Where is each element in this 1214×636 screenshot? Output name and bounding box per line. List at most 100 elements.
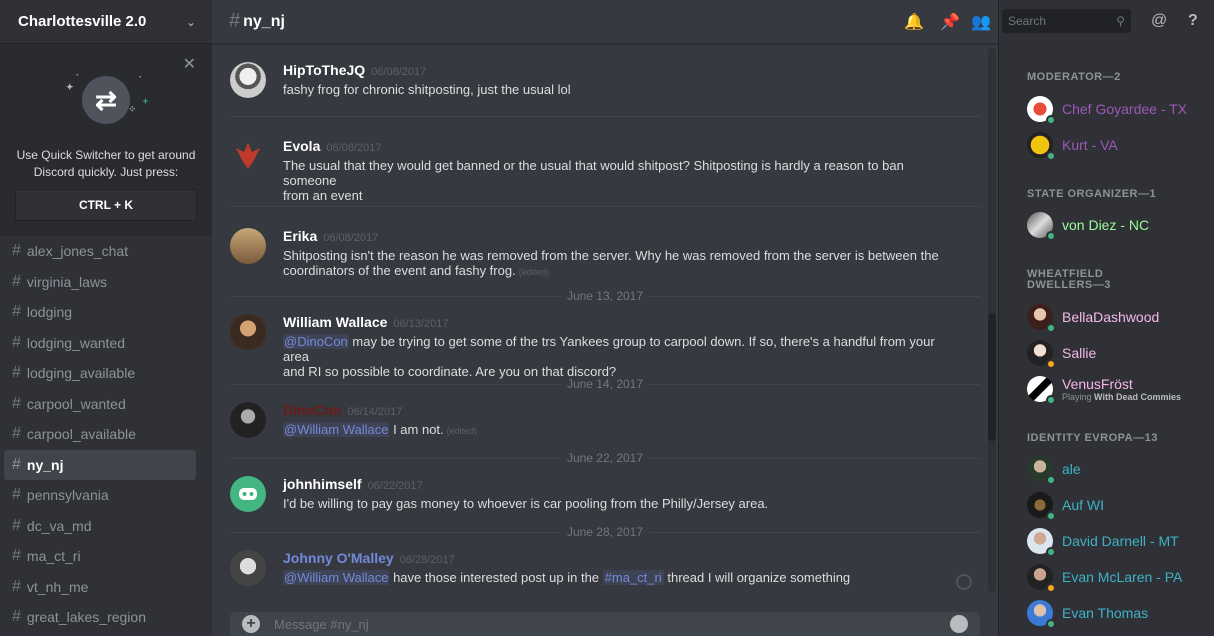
user-avatar[interactable] [230, 476, 266, 512]
search-input[interactable] [1008, 14, 1108, 28]
edited-tag: (edited) [446, 426, 478, 436]
author-name[interactable]: HipToTheJQ [283, 62, 365, 78]
member-item[interactable]: Chef Goyardee - TX [1027, 91, 1207, 127]
chevron-down-icon[interactable]: ⌄ [186, 15, 196, 29]
member-item[interactable]: BellaDashwood [1027, 299, 1207, 335]
member-item[interactable]: Evan Thomas [1027, 595, 1207, 631]
message-author[interactable]: johnhimself 06/22/2017 [283, 476, 423, 492]
message-body: @William Wallace I am not. (edited) [283, 422, 953, 439]
member-item[interactable]: von Diez - NC [1027, 207, 1207, 243]
date-divider-label: June 28, 2017 [230, 525, 980, 539]
member-item[interactable]: ale [1027, 451, 1207, 487]
user-avatar[interactable] [230, 314, 266, 350]
channel-carpool-available[interactable]: # carpool_available [4, 419, 196, 450]
user-avatar[interactable] [230, 228, 266, 264]
channel-pennsylvania[interactable]: # pennsylvania [4, 480, 196, 511]
message-body: Shitposting isn't the reason he was remo… [283, 248, 953, 280]
member-text: von Diez - NC [1062, 217, 1149, 233]
channel-label: great_lakes_region [26, 609, 146, 626]
message-input[interactable] [274, 616, 940, 632]
user-avatar[interactable] [230, 62, 266, 98]
channel-vt-nh-me[interactable]: # vt_nh_me [4, 572, 196, 603]
message-author[interactable]: DinoCon 06/14/2017 [283, 402, 402, 418]
search-box[interactable]: ⚲ [1002, 9, 1131, 33]
member-avatar [1027, 96, 1056, 125]
mentions-icon[interactable]: @ [1151, 12, 1167, 30]
scrollbar-thumb[interactable] [988, 313, 996, 441]
member-name: Auf WI [1062, 497, 1105, 513]
status-dot [1046, 151, 1056, 161]
member-text: Kurt - VA [1062, 137, 1118, 153]
message-author[interactable]: Erika 06/08/2017 [283, 228, 378, 244]
message-author[interactable]: William Wallace 06/13/2017 [283, 314, 448, 330]
channel-ma-ct-ri[interactable]: # ma_ct_ri [4, 541, 196, 572]
message-author[interactable]: Johnny O'Malley 06/28/2017 [283, 550, 455, 566]
message-separator [230, 206, 980, 207]
message-text: I'd be willing to pay gas money to whoev… [283, 496, 769, 511]
message-timestamp: 06/08/2017 [326, 142, 382, 154]
user-mention[interactable]: @William Wallace [283, 422, 390, 437]
channel-alex-jones-chat[interactable]: # alex_jones_chat [4, 236, 196, 267]
message-author[interactable]: Evola 06/08/2017 [283, 138, 381, 154]
member-group-title: IDENTITY EVROPA—13 [1027, 432, 1158, 444]
user-avatar[interactable] [230, 402, 266, 438]
member-group-title: MODERATOR—2 [1027, 71, 1121, 83]
date-divider: June 13, 2017 [230, 289, 980, 303]
member-item[interactable]: Evan McLaren - PA [1027, 559, 1207, 595]
member-group-title: DWELLERS—3 [1027, 279, 1111, 291]
member-item[interactable]: Auf WI [1027, 487, 1207, 523]
channel-great-lakes-region[interactable]: # great_lakes_region [4, 602, 196, 633]
member-item[interactable]: Kurt - VA [1027, 127, 1207, 163]
shortcut-button[interactable]: CTRL + K [15, 189, 197, 221]
user-avatar[interactable] [230, 550, 266, 586]
channel-label: lodging_available [26, 365, 136, 382]
member-text: Chef Goyardee - TX [1062, 101, 1187, 117]
author-name[interactable]: Johnny O'Malley [283, 550, 394, 566]
channel-header: # ny_nj [212, 0, 998, 44]
member-item[interactable]: Sallie [1027, 335, 1207, 371]
member-item[interactable]: VenusFröst Playing With Dead Commies [1027, 371, 1207, 407]
author-name[interactable]: johnhimself [283, 476, 362, 492]
channel-lodging-available[interactable]: # lodging_available [4, 358, 196, 389]
channel-label: pennsylvania [26, 487, 109, 504]
date-text: June 22, 2017 [560, 451, 650, 465]
member-item[interactable]: David Darnell - MT [1027, 523, 1207, 559]
channel-lodging-wanted[interactable]: # lodging_wanted [4, 328, 196, 359]
channel-lodging[interactable]: # lodging [4, 297, 196, 328]
hash-icon: # [12, 577, 21, 595]
channel-ny-nj[interactable]: # ny_nj [4, 449, 196, 480]
pin-icon[interactable]: 📌 [940, 12, 960, 32]
user-avatar[interactable] [230, 138, 266, 174]
close-icon[interactable]: ✕ [183, 54, 196, 74]
upload-plus-icon[interactable]: + [242, 615, 260, 633]
bell-icon[interactable]: 🔔 [904, 12, 924, 32]
add-reaction-icon[interactable] [956, 574, 972, 590]
help-icon[interactable]: ? [1188, 12, 1198, 30]
emoji-icon[interactable] [950, 615, 968, 633]
author-name[interactable]: DinoCon [283, 402, 341, 418]
message-author[interactable]: HipToTheJQ 06/08/2017 [283, 62, 426, 78]
chat-area: # ny_nj HipToTheJQ 06/08/2017 fashy frog f… [212, 0, 998, 636]
channel-mention[interactable]: #ma_ct_ri [602, 570, 664, 585]
hash-icon: # [12, 272, 21, 290]
channel-sidebar: Charlottesville 2.0 ⌄ ✕ ⇄ ✦ · · + ⁘ Use … [0, 0, 212, 636]
member-text: Evan McLaren - PA [1062, 569, 1182, 585]
message-list[interactable]: HipToTheJQ 06/08/2017 fashy frog for chron… [212, 44, 998, 592]
status-dot [1046, 115, 1056, 125]
channel-dc-va-md[interactable]: # dc_va_md [4, 511, 196, 542]
author-name[interactable]: Erika [283, 228, 317, 244]
author-name[interactable]: William Wallace [283, 314, 387, 330]
channel-carpool-wanted[interactable]: # carpool_wanted [4, 389, 196, 420]
author-name[interactable]: Evola [283, 138, 320, 154]
guild-header[interactable]: Charlottesville 2.0 ⌄ [0, 0, 212, 44]
scrollbar[interactable] [988, 48, 996, 592]
member-text: VenusFröst Playing With Dead Commies [1062, 376, 1181, 402]
channel-virginia-laws[interactable]: # virginia_laws [4, 267, 196, 298]
members-icon[interactable]: 👥 [971, 12, 991, 32]
status-dot [1046, 323, 1056, 333]
hash-icon: # [12, 547, 21, 565]
channel-label: lodging [26, 304, 73, 321]
user-mention[interactable]: @William Wallace [283, 570, 390, 585]
message-text: from an event [283, 188, 363, 203]
user-mention[interactable]: @DinoCon [283, 334, 349, 349]
